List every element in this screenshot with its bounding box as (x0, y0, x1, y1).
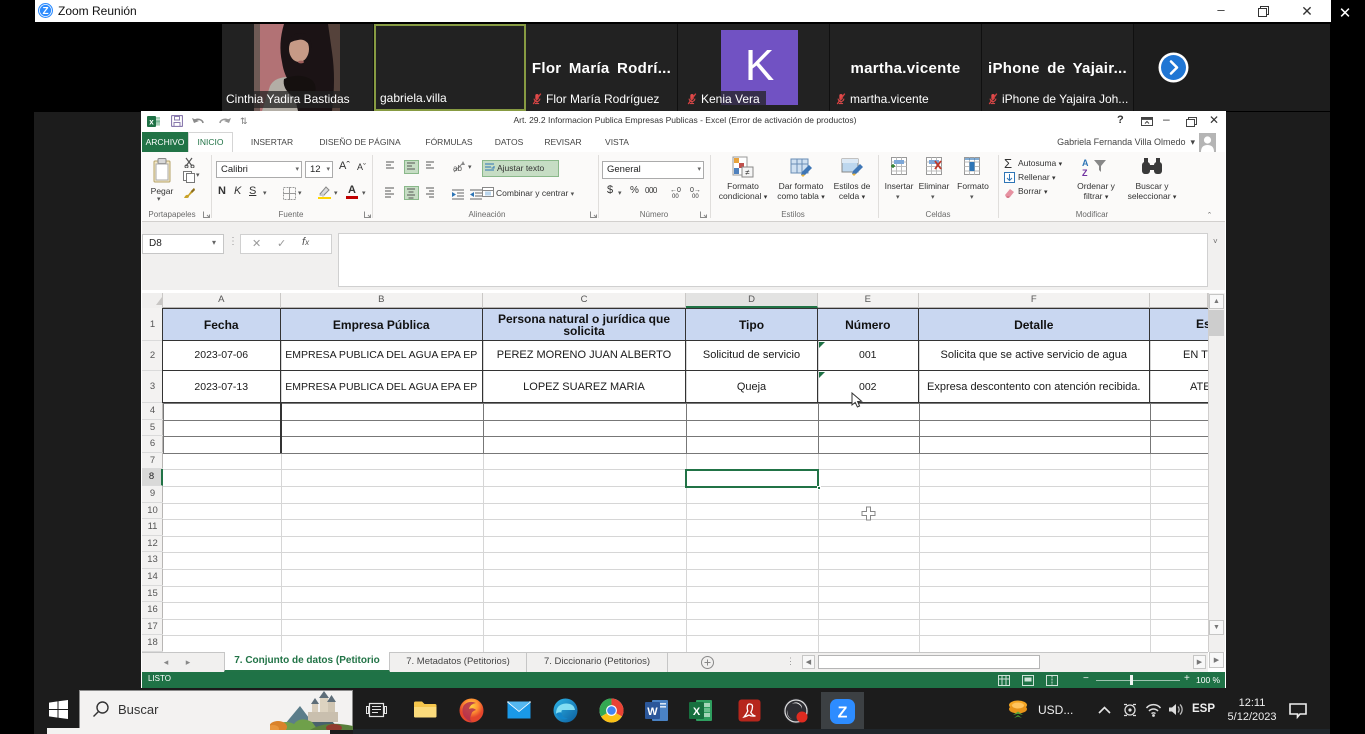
svg-text:Z: Z (838, 705, 848, 722)
svg-text:A: A (1082, 158, 1089, 168)
svg-text:Z: Z (1082, 168, 1088, 178)
svg-text:W: W (647, 706, 658, 718)
svg-text:Z: Z (42, 6, 48, 17)
svg-text:x: x (149, 118, 154, 127)
svg-text:≠: ≠ (745, 168, 750, 177)
svg-text:00: 00 (692, 194, 699, 198)
svg-text:00: 00 (672, 194, 679, 198)
svg-text:0→: 0→ (690, 187, 701, 194)
svg-text:ab: ab (453, 164, 462, 173)
svg-text:←0: ←0 (670, 187, 681, 194)
svg-text:X: X (693, 706, 701, 718)
